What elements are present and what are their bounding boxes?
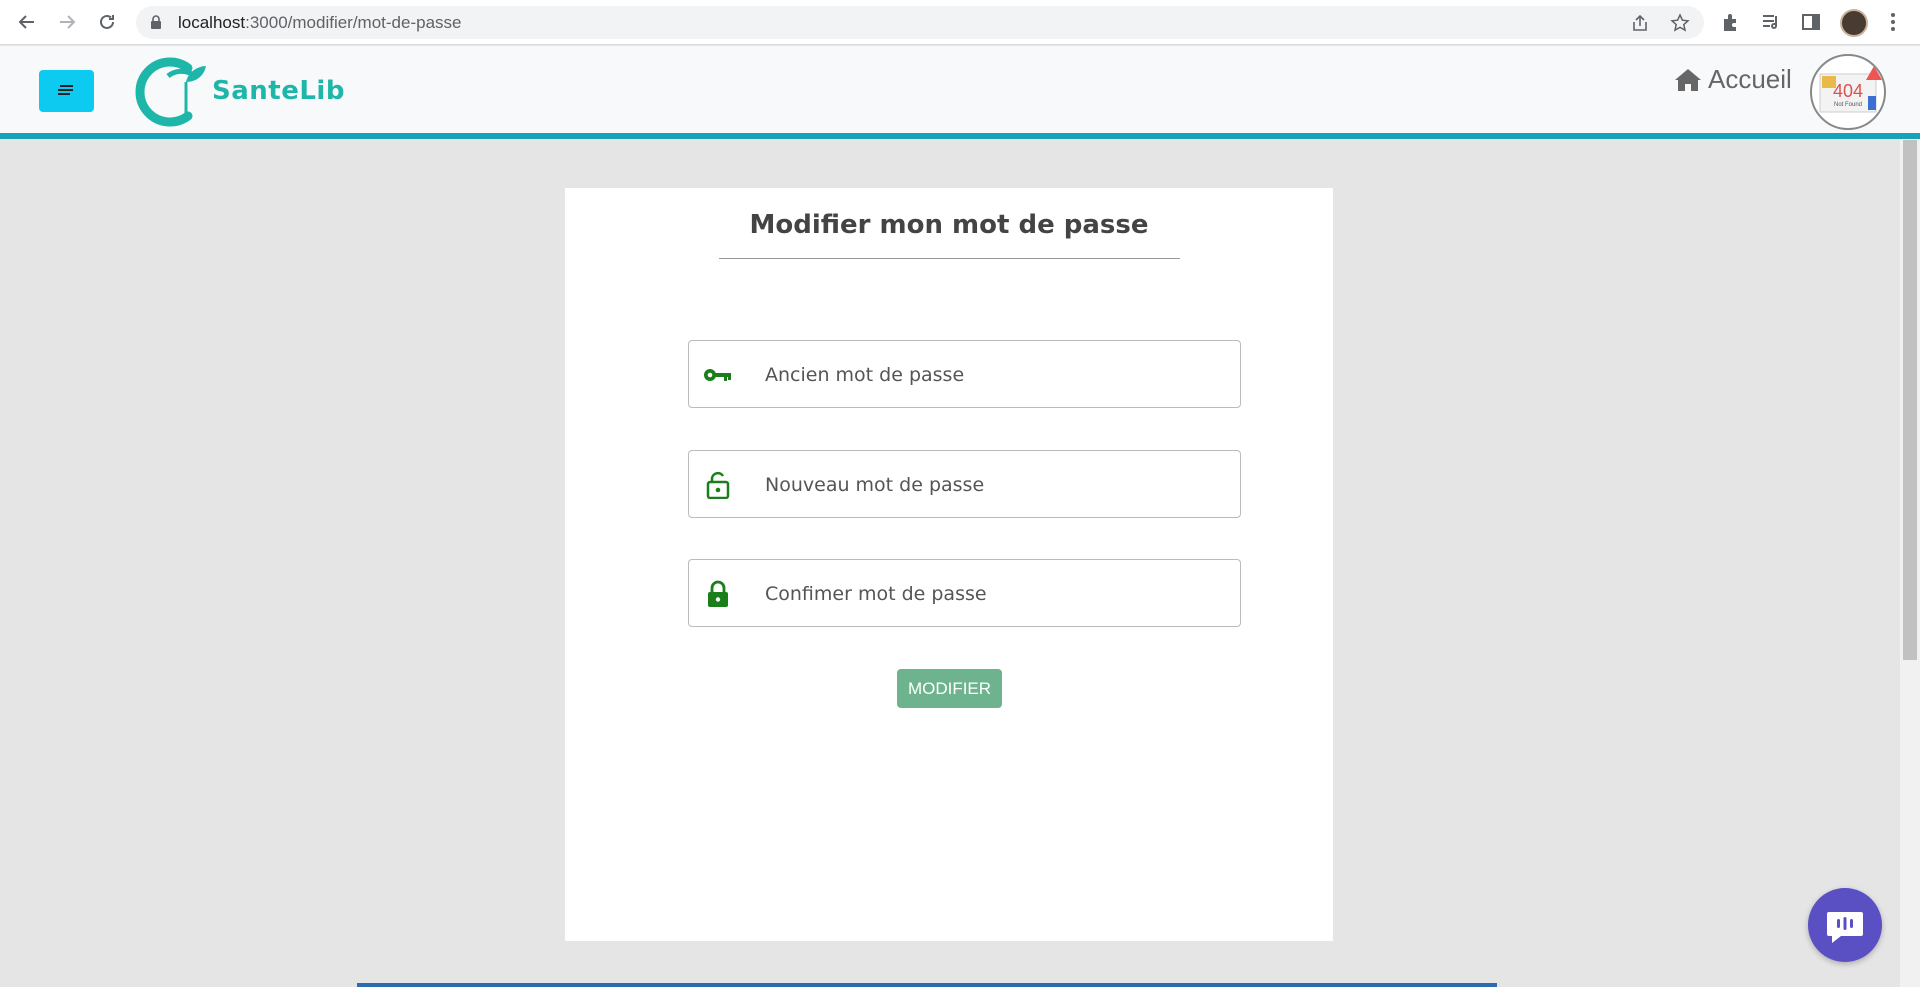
page-scrollbar[interactable] bbox=[1900, 139, 1920, 987]
page-title: Modifier mon mot de passe bbox=[749, 210, 1149, 240]
unlock-icon bbox=[706, 471, 730, 499]
extensions-icon[interactable] bbox=[1720, 11, 1742, 33]
address-bar[interactable]: localhost:3000/modifier/mot-de-passe bbox=[136, 6, 1704, 39]
chat-widget-button[interactable] bbox=[1808, 888, 1882, 962]
scrollbar-thumb[interactable] bbox=[1903, 140, 1917, 660]
sidepanel-icon[interactable] bbox=[1800, 11, 1822, 33]
bottom-edge-strip bbox=[357, 983, 1497, 987]
confirm-password-field[interactable] bbox=[688, 559, 1241, 627]
modifier-button[interactable]: MODIFIER bbox=[897, 669, 1002, 708]
home-icon bbox=[1675, 68, 1701, 91]
app-header: SanteLib Accueil 404 Not Found bbox=[0, 46, 1920, 133]
chat-icon bbox=[1827, 912, 1863, 943]
confirm-password-input[interactable] bbox=[765, 574, 1225, 614]
title-divider bbox=[719, 258, 1180, 259]
header-accent-border bbox=[0, 133, 1920, 139]
lock-closed-icon bbox=[708, 580, 728, 607]
star-icon[interactable] bbox=[1670, 13, 1690, 33]
back-icon[interactable] bbox=[14, 9, 40, 35]
menu-toggle-button[interactable] bbox=[39, 70, 94, 112]
brand-name[interactable]: SanteLib bbox=[212, 76, 345, 106]
home-label: Accueil bbox=[1708, 64, 1792, 94]
santelib-logo[interactable] bbox=[130, 54, 210, 128]
old-password-input[interactable] bbox=[765, 355, 1225, 395]
new-password-field[interactable] bbox=[688, 450, 1241, 518]
url-text: localhost:3000/modifier/mot-de-passe bbox=[178, 13, 462, 32]
avatar-notfound-text: Not Found bbox=[1834, 102, 1862, 108]
profile-avatar[interactable] bbox=[1840, 9, 1868, 37]
share-icon[interactable] bbox=[1630, 13, 1650, 33]
new-password-input[interactable] bbox=[765, 465, 1225, 505]
media-icon[interactable] bbox=[1760, 11, 1782, 33]
more-menu-icon[interactable] bbox=[1890, 11, 1896, 33]
old-password-field[interactable] bbox=[688, 340, 1241, 408]
reload-icon[interactable] bbox=[94, 9, 120, 35]
browser-toolbar: localhost:3000/modifier/mot-de-passe bbox=[0, 0, 1920, 45]
lock-icon bbox=[151, 15, 161, 29]
avatar-404-text: 404 bbox=[1833, 81, 1863, 101]
home-link[interactable]: Accueil bbox=[1674, 64, 1792, 95]
key-icon bbox=[704, 369, 731, 381]
forward-icon[interactable] bbox=[54, 9, 80, 35]
user-avatar[interactable]: 404 Not Found bbox=[1810, 54, 1886, 130]
menu-icon bbox=[58, 85, 73, 95]
change-password-card: Modifier mon mot de passe MODIFIER bbox=[565, 188, 1333, 941]
